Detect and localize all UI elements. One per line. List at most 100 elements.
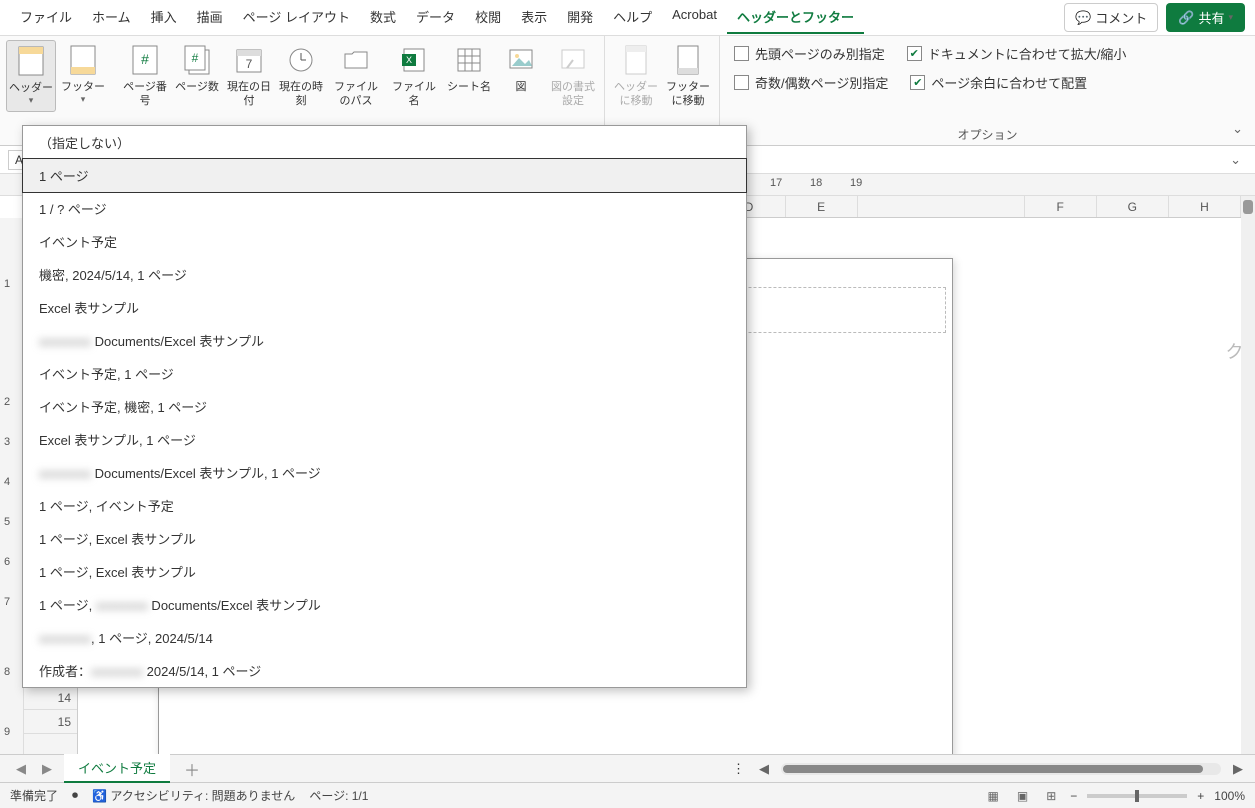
menu-tab-7[interactable]: 校閲 — [465, 1, 511, 34]
chevron-down-icon: ▾ — [29, 95, 34, 107]
header-preset-item[interactable]: Excel 表サンプル, 1 ページ — [23, 423, 746, 456]
hscroll-left[interactable]: ◀ — [755, 761, 773, 777]
row-header[interactable]: 15 — [24, 710, 77, 734]
scrollbar-thumb[interactable] — [1243, 200, 1253, 214]
zoom-level[interactable]: 100% — [1214, 789, 1245, 803]
header-preset-item[interactable]: Excel 表サンプル — [23, 291, 746, 324]
header-preset-item[interactable]: xxxxxxxx Documents/Excel 表サンプル — [23, 324, 746, 357]
header-preset-item[interactable]: 1 ページ, イベント予定 — [23, 489, 746, 522]
header-preset-item[interactable]: 1 / ? ページ — [23, 192, 746, 225]
excel-file-icon: X — [398, 44, 430, 76]
horizontal-scrollbar[interactable] — [781, 763, 1221, 775]
zoom-slider[interactable] — [1087, 794, 1187, 798]
page-count-button[interactable]: # ページ数 — [172, 40, 222, 113]
sheet-tab-active[interactable]: イベント予定 — [64, 754, 170, 783]
header-preset-item[interactable]: xxxxxxxx Documents/Excel 表サンプル, 1 ページ — [23, 456, 746, 489]
share-label: 共有 — [1198, 8, 1224, 27]
file-path-button[interactable]: ファイルのパス — [328, 40, 384, 113]
column-header[interactable]: H — [1169, 196, 1241, 217]
file-name-button[interactable]: X ファイル名 — [386, 40, 442, 113]
header-preset-item[interactable]: xxxxxxxx, 1 ページ, 2024/5/14 — [23, 621, 746, 654]
header-preset-item[interactable]: イベント予定, 1 ページ — [23, 357, 746, 390]
vertical-scrollbar[interactable] — [1241, 196, 1255, 754]
comment-button[interactable]: 💬 コメント — [1064, 3, 1158, 32]
svg-text:#: # — [192, 51, 199, 65]
header-preset-dropdown: （指定しない）1 ページ1 / ? ページイベント予定機密, 2024/5/14… — [22, 125, 747, 688]
odd-even-different-checkbox[interactable]: 奇数/偶数ページ別指定 — [734, 73, 888, 92]
column-header[interactable]: E — [786, 196, 858, 217]
menu-tab-4[interactable]: ページ レイアウト — [233, 1, 360, 34]
row-header[interactable]: 14 — [24, 686, 77, 710]
format-picture-icon — [557, 44, 589, 76]
menu-tab-10[interactable]: ヘルプ — [603, 1, 662, 34]
header-preset-item[interactable]: イベント予定, 機密, 1 ページ — [23, 390, 746, 423]
goto-header-icon — [620, 44, 652, 76]
sheet-icon — [453, 44, 485, 76]
statusbar: 準備完了 ⏺ ♿ アクセシビリティ: 問題ありません ページ: 1/1 ▦ ▣ … — [0, 782, 1255, 808]
comment-label: コメント — [1095, 8, 1147, 27]
goto-footer-button[interactable]: フッターに移動 — [663, 40, 713, 113]
menu-tab-6[interactable]: データ — [406, 1, 465, 34]
header-preset-item[interactable]: イベント予定 — [23, 225, 746, 258]
first-page-different-checkbox[interactable]: 先頭ページのみ別指定 — [734, 44, 885, 63]
svg-text:7: 7 — [246, 57, 253, 71]
comment-icon: 💬 — [1075, 10, 1091, 26]
options-label: オプション — [734, 126, 1241, 145]
hscroll-right[interactable]: ▶ — [1229, 761, 1247, 777]
page-number-icon: # — [129, 44, 161, 76]
accessibility-status[interactable]: ♿ アクセシビリティ: 問題ありません — [92, 787, 295, 804]
scale-with-document-checkbox[interactable]: ✔ドキュメントに合わせて拡大/縮小 — [907, 44, 1127, 63]
share-button[interactable]: 🔗 共有 ▾ — [1166, 3, 1245, 32]
header-icon — [15, 45, 47, 77]
tab-nav-prev[interactable]: ◀ — [8, 761, 34, 777]
status-ready: 準備完了 — [10, 787, 58, 804]
menu-tab-3[interactable]: 描画 — [187, 1, 233, 34]
menu-tab-12[interactable]: ヘッダーとフッター — [727, 1, 864, 34]
header-preset-item[interactable]: 1 ページ, xxxxxxxx Documents/Excel 表サンプル — [23, 588, 746, 621]
page-indicator: ページ: 1/1 — [309, 787, 368, 804]
format-picture-button: 図の書式設定 — [548, 40, 598, 113]
zoom-out-button[interactable]: − — [1070, 789, 1077, 803]
options-group: 先頭ページのみ別指定 ✔ドキュメントに合わせて拡大/縮小 奇数/偶数ページ別指定… — [720, 36, 1255, 145]
header-preset-item[interactable]: 1 ページ, Excel 表サンプル — [23, 555, 746, 588]
header-preset-item[interactable]: 作成者：xxxxxxxx 2024/5/14, 1 ページ — [23, 654, 746, 687]
align-margins-checkbox[interactable]: ✔ページ余白に合わせて配置 — [910, 73, 1087, 92]
menu-tab-9[interactable]: 開発 — [557, 1, 603, 34]
chevron-down-icon: ▾ — [81, 94, 86, 106]
page-layout-view-button[interactable]: ▣ — [1013, 787, 1032, 805]
sheet-name-button[interactable]: シート名 — [444, 40, 494, 113]
current-date-button[interactable]: 7 現在の日付 — [224, 40, 274, 113]
current-time-button[interactable]: 現在の時刻 — [276, 40, 326, 113]
header-dropdown-button[interactable]: ヘッダー ▾ — [6, 40, 56, 112]
menu-tab-5[interactable]: 数式 — [360, 1, 406, 34]
column-header[interactable]: G — [1097, 196, 1169, 217]
clock-icon — [285, 44, 317, 76]
header-preset-item[interactable]: 1 ページ — [23, 159, 746, 192]
vertical-ruler: 123456789 — [0, 218, 24, 754]
menu-tab-8[interactable]: 表示 — [511, 1, 557, 34]
menu-tab-1[interactable]: ホーム — [82, 1, 141, 34]
menu-tab-0[interactable]: ファイル — [10, 1, 82, 34]
formula-bar-expand[interactable]: ⌄ — [1224, 152, 1247, 168]
tab-nav-next[interactable]: ▶ — [34, 761, 60, 777]
picture-icon — [505, 44, 537, 76]
column-header[interactable]: F — [1025, 196, 1097, 217]
menu-tab-11[interactable]: Acrobat — [662, 1, 727, 34]
tab-menu[interactable]: ⋮ — [724, 761, 755, 777]
scrollbar-thumb[interactable] — [783, 765, 1203, 773]
header-preset-item[interactable]: （指定しない） — [23, 126, 746, 159]
picture-button[interactable]: 図 — [496, 40, 546, 113]
zoom-in-button[interactable]: + — [1197, 789, 1204, 803]
header-preset-item[interactable]: 1 ページ, Excel 表サンプル — [23, 522, 746, 555]
goto-header-button: ヘッダーに移動 — [611, 40, 661, 113]
ribbon-collapse-button[interactable]: ⌄ — [1232, 121, 1243, 137]
footer-dropdown-button[interactable]: フッター ▾ — [58, 40, 108, 112]
page-number-button[interactable]: # ページ番号 — [120, 40, 170, 113]
normal-view-button[interactable]: ▦ — [984, 787, 1003, 805]
header-preset-item[interactable]: 機密, 2024/5/14, 1 ページ — [23, 258, 746, 291]
menu-tab-2[interactable]: 挿入 — [141, 1, 187, 34]
page-break-view-button[interactable]: ⊞ — [1042, 787, 1060, 805]
calendar-icon: 7 — [233, 44, 265, 76]
add-sheet-button[interactable]: ＋ — [174, 757, 210, 781]
macro-record-icon[interactable]: ⏺ — [72, 788, 78, 803]
